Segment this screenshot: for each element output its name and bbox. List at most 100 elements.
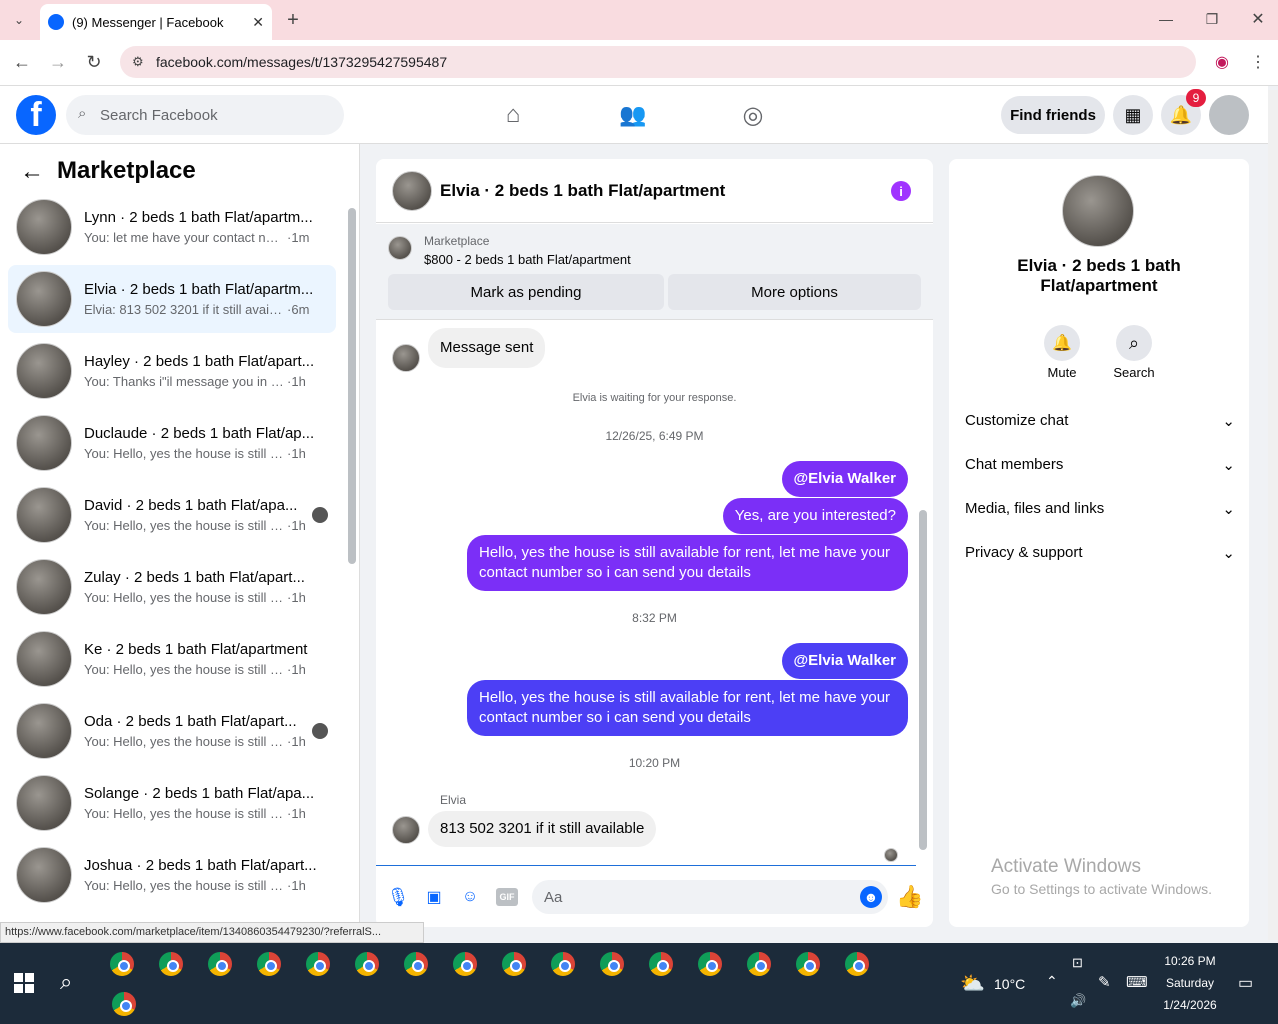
mention-bubble-2[interactable]: @Elvia Walker <box>781 643 908 679</box>
conversation-snippet: You: let me have your contact num... <box>84 230 284 245</box>
mark-as-pending-button[interactable]: Mark as pending <box>388 274 664 310</box>
facebook-search-input[interactable]: ⌕ Search Facebook <box>66 95 344 135</box>
chrome-taskbar-icon[interactable] <box>110 990 138 1018</box>
restore-icon[interactable]: ❐ <box>1202 8 1222 30</box>
chrome-taskbar-icon[interactable] <box>402 950 430 978</box>
details-search-icon[interactable]: ⌕ <box>1116 325 1152 361</box>
listing-title[interactable]: $800 - 2 beds 1 bath Flat/apartment <box>424 252 631 267</box>
conversation-item[interactable]: David · 2 beds 1 bath Flat/apa... You: He… <box>8 481 336 549</box>
chrome-taskbar-icon[interactable] <box>598 950 626 978</box>
friends-icon[interactable]: 👥 <box>618 100 648 130</box>
profile-icon[interactable]: ◉ <box>1212 52 1232 72</box>
facebook-logo-icon[interactable]: f <box>16 95 56 135</box>
privacy-support-row[interactable]: Privacy & support ⌄ <box>965 544 1235 562</box>
conversation-name: Duclaude · 2 beds 1 bath Flat/ap... <box>84 425 315 442</box>
notification-center-icon[interactable]: ▭ <box>1238 973 1253 993</box>
forward-icon[interactable]: → <box>48 52 68 72</box>
windows-start-icon[interactable] <box>14 973 34 993</box>
chrome-taskbar-icon[interactable] <box>549 950 577 978</box>
page-scrollbar[interactable] <box>1268 90 1278 940</box>
conversation-item[interactable]: Elvia · 2 beds 1 bath Flat/apartm... Elvi… <box>8 265 336 333</box>
chat-scrollbar[interactable] <box>919 510 927 850</box>
conversation-item[interactable]: Zulay · 2 beds 1 bath Flat/apart... You: … <box>8 553 336 621</box>
pen-icon[interactable]: ✎ <box>1098 973 1111 991</box>
keyboard-icon[interactable]: ⌨ <box>1126 973 1148 991</box>
browser-menu-icon[interactable]: ⋮ <box>1250 52 1266 72</box>
conversation-item[interactable]: Joshua · 2 beds 1 bath Flat/apart... You:… <box>8 841 336 909</box>
tab-search-icon[interactable]: ⌄ <box>8 10 30 30</box>
media-files-row[interactable]: Media, files and links ⌄ <box>965 500 1235 518</box>
chrome-taskbar-icon[interactable] <box>794 950 822 978</box>
photo-icon[interactable]: ▣ <box>424 886 444 908</box>
like-icon[interactable]: 👍 <box>896 884 923 910</box>
conversation-snippet: You: Hello, yes the house is still avai.… <box>84 446 284 461</box>
new-tab-icon[interactable]: + <box>284 9 302 31</box>
conversation-snippet: Elvia: 813 502 3201 if it still availabl… <box>84 302 284 317</box>
sender-avatar <box>392 344 420 372</box>
timestamp-3: 10:20 PM <box>628 756 681 770</box>
clock-time[interactable]: 10:26 PM <box>1160 954 1220 968</box>
chrome-taskbar-icon[interactable] <box>500 950 528 978</box>
emoji-icon[interactable]: ☻ <box>860 886 882 908</box>
volume-icon[interactable]: 🔊 <box>1070 993 1086 1009</box>
chrome-taskbar-icon[interactable] <box>255 950 283 978</box>
chat-avatar[interactable] <box>392 170 432 211</box>
close-window-icon[interactable]: ✕ <box>1248 8 1268 30</box>
chat-members-row[interactable]: Chat members ⌄ <box>965 456 1235 474</box>
conversation-item[interactable]: Duclaude · 2 beds 1 bath Flat/ap... You: … <box>8 409 336 477</box>
activate-windows-sub: Go to Settings to activate Windows. <box>991 881 1212 897</box>
microphone-icon[interactable]: 🎙 <box>387 886 410 908</box>
browser-tab-bar: ⌄ (9) Messenger | Facebook ✕ + — ❐ ✕ <box>0 0 1278 40</box>
more-options-button[interactable]: More options <box>668 274 921 310</box>
clock-date: 1/24/2026 <box>1163 998 1217 1012</box>
tab-close-icon[interactable]: ✕ <box>252 14 264 31</box>
conversation-item[interactable]: Solange · 2 beds 1 bath Flat/apa... You: … <box>8 769 336 837</box>
chrome-taskbar-icon[interactable] <box>451 950 479 978</box>
chrome-taskbar-icon[interactable] <box>108 950 136 978</box>
conversation-item[interactable]: Hayley · 2 beds 1 bath Flat/apart... You:… <box>8 337 336 405</box>
mute-bell-icon[interactable]: 🔔 <box>1044 325 1080 361</box>
conversation-avatar <box>16 775 72 831</box>
chrome-taskbar-icon[interactable] <box>843 950 871 978</box>
tray-network-icon[interactable]: ⊡ <box>1072 955 1083 971</box>
browser-tab[interactable]: (9) Messenger | Facebook ✕ <box>40 4 272 40</box>
chrome-taskbar-icon[interactable] <box>157 950 185 978</box>
chrome-taskbar-icon[interactable] <box>647 950 675 978</box>
conversation-snippet: You: Thanks i"il message you in a ... <box>84 374 284 389</box>
mention-bubble-1[interactable]: @Elvia Walker <box>781 461 908 497</box>
taskbar-search-icon[interactable]: ⌕ <box>60 969 72 995</box>
sticker-icon[interactable]: ☺ <box>460 886 480 908</box>
chrome-taskbar-icon[interactable] <box>696 950 724 978</box>
chat-title[interactable]: Elvia · 2 beds 1 bath Flat/apartment <box>440 181 725 201</box>
details-avatar[interactable] <box>1062 175 1134 247</box>
timestamp-1: 12/26/25, 6:49 PM <box>605 429 704 443</box>
reload-icon[interactable]: ↻ <box>84 52 104 72</box>
back-arrow-icon[interactable]: ← <box>20 158 44 186</box>
gif-icon[interactable]: GIF <box>496 888 518 906</box>
activate-windows-title: Activate Windows <box>991 856 1141 877</box>
customize-chat-row[interactable]: Customize chat ⌄ <box>965 412 1235 430</box>
listing-thumbnail[interactable] <box>388 236 412 260</box>
chrome-taskbar-icon[interactable] <box>745 950 773 978</box>
chrome-taskbar-icon[interactable] <box>206 950 234 978</box>
find-friends-button[interactable]: Find friends <box>1001 96 1105 134</box>
message-input[interactable]: Aa ☻ <box>532 880 888 914</box>
conversation-item[interactable]: Lynn · 2 beds 1 bath Flat/apartm... You: … <box>8 193 336 261</box>
chrome-taskbar-icon[interactable] <box>304 950 332 978</box>
conversation-scrollbar[interactable] <box>348 208 356 564</box>
chrome-taskbar-icon[interactable] <box>353 950 381 978</box>
account-avatar[interactable] <box>1209 95 1249 135</box>
conversation-item[interactable]: Oda · 2 beds 1 bath Flat/apart... You: He… <box>8 697 336 765</box>
conversation-avatar <box>16 559 72 615</box>
minimize-icon[interactable]: — <box>1156 8 1176 30</box>
groups-icon[interactable]: ◎ <box>738 100 768 130</box>
address-bar[interactable]: ⚙ facebook.com/messages/t/13732954275954… <box>120 46 1196 78</box>
menu-grid-icon[interactable]: ▦ <box>1113 95 1153 135</box>
back-icon[interactable]: ← <box>12 52 32 72</box>
info-icon[interactable]: i <box>891 181 911 201</box>
tray-chevron-icon[interactable]: ⌃ <box>1046 973 1058 990</box>
search-placeholder: Search Facebook <box>100 106 218 124</box>
home-icon[interactable]: ⌂ <box>498 100 528 130</box>
site-info-icon[interactable]: ⚙ <box>132 54 144 70</box>
conversation-item[interactable]: Ke · 2 beds 1 bath Flat/apartment You: He… <box>8 625 336 693</box>
